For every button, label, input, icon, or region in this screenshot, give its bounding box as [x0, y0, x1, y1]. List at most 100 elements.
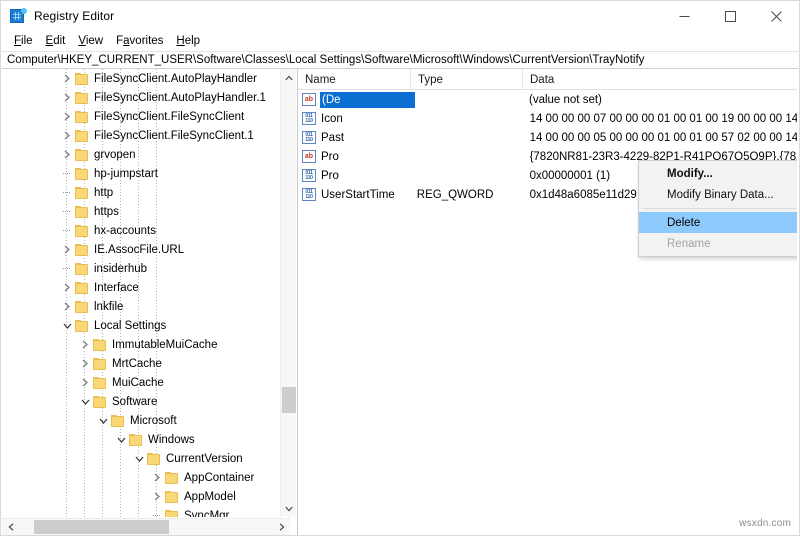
tree-node[interactable]: FileSyncClient.AutoPlayHandler — [2, 69, 274, 88]
title-bar: Registry Editor — [1, 1, 799, 31]
scroll-right-arrow[interactable] — [273, 519, 290, 536]
chevron-right-icon[interactable] — [59, 107, 75, 126]
tree-node[interactable]: ImmutableMuiCache — [2, 335, 274, 354]
menu-view[interactable]: View — [72, 33, 110, 50]
tree-node[interactable]: hp-jumpstart — [2, 164, 274, 183]
tree-node[interactable]: AppModel — [2, 487, 274, 506]
tree-node[interactable]: CurrentVersion — [2, 449, 274, 468]
folder-icon — [93, 396, 106, 408]
folder-icon — [75, 168, 88, 180]
chevron-down-icon[interactable] — [113, 430, 129, 449]
hscroll-track[interactable] — [19, 519, 273, 536]
column-header-data[interactable]: Data — [523, 69, 797, 90]
tree-node-label: AppContainer — [184, 471, 260, 485]
tree-node[interactable]: http — [2, 183, 274, 202]
chevron-right-icon[interactable] — [59, 278, 75, 297]
chevron-down-icon[interactable] — [131, 449, 147, 468]
context-menu-item-delete[interactable]: Delete — [639, 212, 797, 233]
tree-node[interactable]: FileSyncClient.FileSyncClient — [2, 107, 274, 126]
tree-node[interactable]: https — [2, 202, 274, 221]
close-button[interactable] — [753, 1, 799, 31]
tree-node[interactable]: MrtCache — [2, 354, 274, 373]
folder-icon — [75, 206, 88, 218]
tree-scroll-thumb[interactable] — [282, 387, 296, 413]
tree-node-label: AppModel — [184, 490, 242, 504]
tree-horizontal-scrollbar[interactable] — [2, 518, 290, 535]
tree-node-label: lnkfile — [94, 300, 129, 314]
folder-icon — [111, 415, 124, 427]
tree-leaf-connector — [59, 183, 75, 202]
registry-tree[interactable]: FileSyncClient.AutoPlayHandlerFileSyncCl… — [2, 69, 274, 517]
value-name: (De — [320, 92, 415, 108]
tree-node[interactable]: Microsoft — [2, 411, 274, 430]
value-name: Pro — [321, 151, 416, 163]
tree-node[interactable]: FileSyncClient.AutoPlayHandler.1 — [2, 88, 274, 107]
folder-icon — [75, 244, 88, 256]
menu-edit[interactable]: Edit — [40, 33, 73, 50]
scroll-up-arrow[interactable] — [281, 69, 297, 86]
chevron-right-icon[interactable] — [59, 297, 75, 316]
value-row[interactable]: 011110Icon14 00 00 00 07 00 00 00 01 00 … — [298, 109, 797, 128]
chevron-right-icon[interactable] — [149, 468, 165, 487]
tree-node-label: MrtCache — [112, 357, 168, 371]
context-menu-item-modify[interactable]: Modify... — [639, 163, 797, 184]
chevron-right-icon[interactable] — [77, 373, 93, 392]
folder-icon — [75, 320, 88, 332]
hscroll-thumb[interactable] — [34, 520, 169, 534]
binary-value-icon: 011110 — [302, 112, 316, 125]
tree-node[interactable]: Windows — [2, 430, 274, 449]
chevron-right-icon[interactable] — [149, 487, 165, 506]
folder-icon — [93, 377, 106, 389]
menu-file[interactable]: File — [8, 33, 40, 50]
context-menu[interactable]: Modify...Modify Binary Data...DeleteRena… — [638, 160, 797, 257]
tree-node[interactable]: Software — [2, 392, 274, 411]
tree-node[interactable]: insiderhub — [2, 259, 274, 278]
tree-node[interactable]: Interface — [2, 278, 274, 297]
column-header-type[interactable]: Type — [411, 69, 523, 90]
tree-node[interactable]: IE.AssocFile.URL — [2, 240, 274, 259]
tree-node-label: FileSyncClient.FileSyncClient.1 — [94, 129, 260, 143]
list-header: Name Type Data — [298, 69, 797, 90]
chevron-right-icon[interactable] — [59, 69, 75, 88]
chevron-down-icon[interactable] — [59, 316, 75, 335]
value-row[interactable]: 011110Past14 00 00 00 05 00 00 00 01 00 … — [298, 128, 797, 147]
folder-icon — [75, 301, 88, 313]
tree-node-label: MuiCache — [112, 376, 170, 390]
value-data: 14 00 00 00 07 00 00 00 01 00 01 00 19 0… — [528, 113, 797, 125]
tree-node-label: Software — [112, 395, 163, 409]
chevron-right-icon[interactable] — [59, 145, 75, 164]
tree-node[interactable]: lnkfile — [2, 297, 274, 316]
tree-node[interactable]: hx-accounts — [2, 221, 274, 240]
tree-leaf-connector — [59, 259, 75, 278]
folder-icon — [165, 472, 178, 484]
minimize-button[interactable] — [661, 1, 707, 31]
tree-node[interactable]: Local Settings — [2, 316, 274, 335]
chevron-right-icon[interactable] — [59, 88, 75, 107]
chevron-down-icon[interactable] — [95, 411, 111, 430]
address-bar[interactable]: Computer\HKEY_CURRENT_USER\Software\Clas… — [2, 51, 798, 69]
tree-node[interactable]: AppContainer — [2, 468, 274, 487]
chevron-right-icon[interactable] — [77, 335, 93, 354]
context-menu-item-modify-binary-data[interactable]: Modify Binary Data... — [639, 184, 797, 205]
tree-node-label: FileSyncClient.FileSyncClient — [94, 110, 250, 124]
scroll-left-arrow[interactable] — [2, 519, 19, 536]
chevron-down-icon[interactable] — [77, 392, 93, 411]
tree-node[interactable]: MuiCache — [2, 373, 274, 392]
tree-node-label: grvopen — [94, 148, 142, 162]
value-row[interactable]: ab(De(value not set) — [298, 90, 797, 109]
string-value-icon: ab — [302, 93, 316, 106]
menu-help[interactable]: Help — [170, 33, 207, 50]
chevron-right-icon[interactable] — [59, 240, 75, 259]
tree-node[interactable]: FileSyncClient.FileSyncClient.1 — [2, 126, 274, 145]
registry-tree-pane: FileSyncClient.AutoPlayHandlerFileSyncCl… — [2, 69, 298, 535]
chevron-right-icon[interactable] — [59, 126, 75, 145]
column-header-name[interactable]: Name — [298, 69, 411, 90]
chevron-right-icon[interactable] — [77, 354, 93, 373]
tree-node[interactable]: grvopen — [2, 145, 274, 164]
menu-favorites[interactable]: Favorites — [110, 33, 170, 50]
maximize-button[interactable] — [707, 1, 753, 31]
scroll-down-arrow[interactable] — [281, 500, 297, 517]
folder-icon — [75, 225, 88, 237]
tree-vertical-scrollbar[interactable] — [280, 69, 296, 517]
tree-node[interactable]: SyncMgr — [2, 506, 274, 517]
